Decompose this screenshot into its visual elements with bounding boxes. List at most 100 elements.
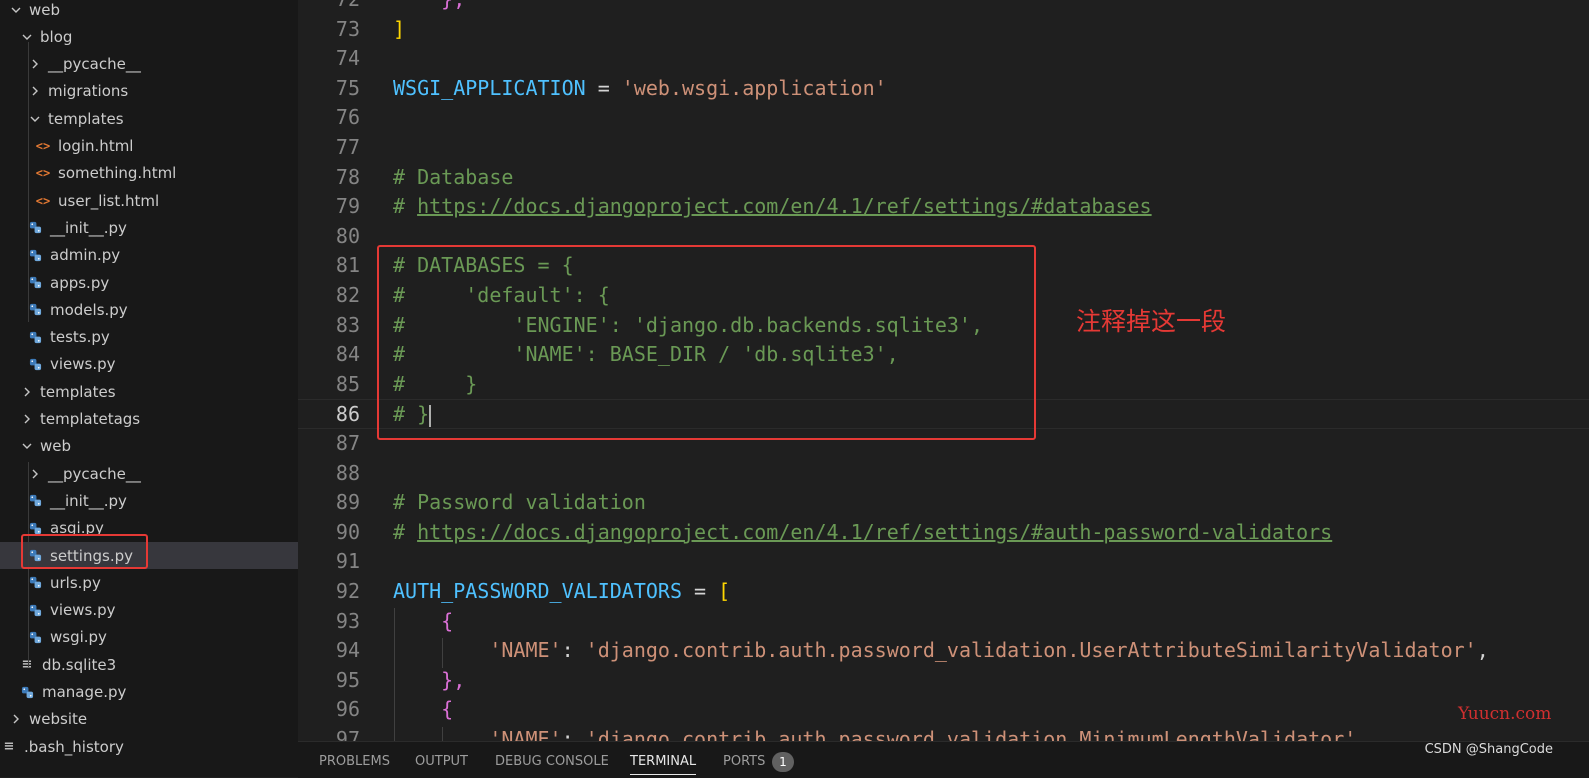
explorer-item[interactable]: ≡ .bash_history [0,733,298,760]
chevron-right-icon [9,713,23,725]
code-line[interactable]: 94 'NAME': 'django.contrib.auth.password… [298,636,1589,666]
code-line[interactable]: 95 }, [298,666,1589,696]
code-token: = [681,579,719,603]
code-token: , [1356,727,1369,741]
explorer-item-label: tests.py [50,328,110,347]
explorer-item[interactable]: templates [0,378,298,405]
explorer-item[interactable]: __pycache__ [0,51,298,78]
explorer-item[interactable]: web [0,433,298,460]
tab-problems[interactable]: PROBLEMS [319,754,390,769]
chevron-right-icon [28,85,42,97]
code-editor[interactable]: 97 'NAME': 'django.contrib.auth.password… [298,0,1589,741]
tab-ports[interactable]: PORTS [723,754,765,769]
explorer-item-label: __init__.py [50,218,127,237]
code-line[interactable]: 96 { [298,695,1589,725]
line-number: 73 [335,16,360,41]
code-line[interactable]: 79 # https://docs.djangoproject.com/en/4.… [298,192,1589,222]
code-line[interactable]: 93 { [298,607,1589,637]
line-number: 85 [335,371,360,396]
explorer-item[interactable]: <> something.html [0,160,298,187]
code-text: # Database [393,163,513,193]
explorer-item[interactable]: templates [0,105,298,132]
line-number: 86 [335,402,360,427]
explorer-item[interactable]: migrations [0,78,298,105]
line-number: 79 [335,194,360,219]
code-line[interactable]: 88 [298,459,1589,489]
code-line[interactable]: 77 [298,133,1589,163]
code-text: AUTH_PASSWORD_VALIDATORS = [ [393,577,730,607]
python-file-icon [28,522,42,535]
explorer-item[interactable]: views.py [0,597,298,624]
code-token: # [393,519,418,544]
line-number: 95 [335,667,360,692]
explorer-item-label: templates [40,382,116,401]
code-line[interactable]: 75 WSGI_APPLICATION = 'web.wsgi.applicati… [298,74,1589,104]
tab-output[interactable]: OUTPUT [415,754,468,769]
chevron-down-icon [20,440,34,452]
explorer-item-label: migrations [48,82,129,101]
code-line[interactable]: 92 AUTH_PASSWORD_VALIDATORS = [ [298,577,1589,607]
code-line[interactable]: 89 # Password validation [298,488,1589,518]
code-token: https://docs.djangoproject.com/en/4.1/re… [417,519,1333,544]
explorer-item-label: models.py [50,300,128,319]
explorer-item-label: views.py [50,601,116,620]
explorer-item-label: db.sqlite3 [42,655,117,674]
code-token: WSGI_APPLICATION [393,75,586,100]
code-line[interactable]: 73] [298,15,1589,45]
code-text: # https://docs.djangoproject.com/en/4.1/… [393,192,1152,222]
code-token: https://docs.djangoproject.com/en/4.1/re… [417,194,1152,219]
code-line[interactable]: 72 }, [298,0,1589,15]
python-file-icon [28,604,42,617]
ports-count-badge: 1 [772,752,794,772]
explorer-item[interactable]: views.py [0,351,298,378]
code-line[interactable]: 97 'NAME': 'django.contrib.auth.password… [298,725,1589,741]
code-line[interactable]: 91 [298,547,1589,577]
explorer-item[interactable]: templatetags [0,406,298,433]
highlight-box-settings [21,534,148,569]
explorer-item-label: .bash_history [24,737,124,756]
explorer-item[interactable]: __pycache__ [0,460,298,487]
explorer-item[interactable]: <> login.html [0,133,298,160]
chevron-right-icon [28,468,42,480]
explorer-item[interactable]: web [0,0,298,23]
explorer-item[interactable]: __init__.py [0,214,298,241]
explorer-item[interactable]: <> user_list.html [0,187,298,214]
python-file-icon [28,276,42,289]
line-number: 76 [335,105,360,130]
python-file-icon [28,358,42,371]
explorer-item[interactable]: ≡ db.sqlite3 [0,651,298,678]
code-line[interactable]: 78 # Database [298,163,1589,193]
code-text: # Password validation [393,488,646,518]
line-number: 83 [335,312,360,337]
explorer-item[interactable]: manage.py [0,679,298,706]
line-number: 78 [335,164,360,189]
tab-terminal[interactable]: TERMINAL [630,754,697,775]
explorer-item[interactable]: models.py [0,296,298,323]
explorer-item[interactable]: __init__.py [0,487,298,514]
line-number: 92 [335,579,360,603]
python-file-icon [20,686,34,699]
code-token: }, [441,667,466,692]
code-token: # [393,194,418,219]
line-number: 89 [335,490,360,515]
chevron-down-icon [28,113,42,125]
explorer-item-label: wsgi.py [50,628,107,647]
explorer-item[interactable]: website [0,706,298,733]
explorer-item-label: templatetags [40,410,141,428]
code-token: [ [718,579,731,603]
tab-debug-console[interactable]: DEBUG CONSOLE [495,754,609,769]
python-file-icon [28,249,42,262]
watermark-yuucn: Yuucn.com [1458,704,1552,724]
code-line[interactable]: 74 [298,44,1589,74]
explorer-item[interactable]: wsgi.py [0,624,298,651]
code-line[interactable]: 90 # https://docs.djangoproject.com/en/4.… [298,518,1589,548]
explorer-item[interactable]: tests.py [0,324,298,351]
explorer-item[interactable]: urls.py [0,569,298,596]
explorer-item[interactable]: apps.py [0,269,298,296]
explorer-item[interactable]: blog [0,23,298,50]
indent-guide [28,42,29,322]
explorer-item[interactable]: admin.py [0,242,298,269]
code-line[interactable]: 76 [298,103,1589,133]
